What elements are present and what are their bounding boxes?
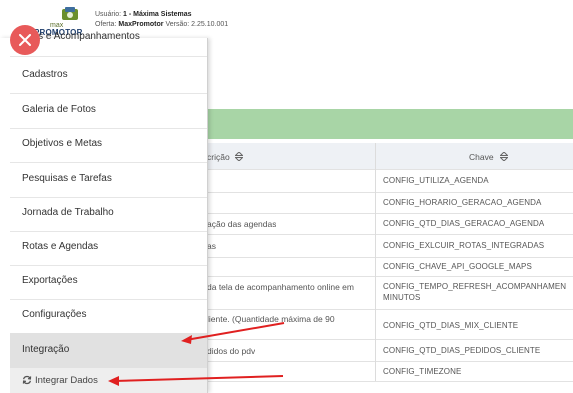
table-row[interactable]: da tela de acompanhamento online em CONF… — [207, 276, 573, 310]
menu-item-rotas-e-agendas[interactable]: Rotas e Agendas — [10, 231, 207, 266]
menu-item-label: Rotas e Agendas — [22, 241, 99, 252]
menu-item-label: Cadastros — [22, 69, 68, 80]
row-key: CONFIG_EXLCUIR_ROTAS_INTEGRADAS — [383, 241, 545, 250]
row-key: CONFIG_QTD_DIAS_GERACAO_AGENDA — [383, 219, 545, 228]
user-info: Usuário: 1 - Máxima Sistemas — [95, 11, 192, 18]
menu-item-cadastros[interactable]: Cadastros — [10, 59, 207, 94]
table-row[interactable]: didos do pdv CONFIG_QTD_DIAS_PEDIDOS_CLI… — [207, 339, 573, 362]
menu-item-label: Galeria de Fotos — [22, 104, 96, 115]
column-header-key[interactable]: Chave — [375, 143, 573, 169]
menu-item-label: Configurações — [22, 309, 87, 320]
table-row[interactable]: as CONFIG_EXLCUIR_ROTAS_INTEGRADAS — [207, 234, 573, 258]
side-menu: ções e Acompanhamentos Cadastros Galeria… — [0, 31, 208, 393]
sync-icon — [22, 375, 32, 385]
sort-icon — [235, 152, 243, 161]
table-row[interactable]: CONFIG_TIMEZONE — [207, 361, 573, 382]
column-header-label: Chave — [469, 152, 494, 162]
column-header-label: crição — [207, 152, 230, 162]
row-key: CONFIG_TEMPO_REFRESH_ACOMPANHAMEN — [383, 282, 567, 291]
menu-item-objetivos-e-metas[interactable]: Objetivos e Metas — [10, 128, 207, 163]
row-description: da tela de acompanhamento online em — [207, 282, 354, 292]
row-description: didos do pdv — [207, 346, 256, 356]
logo-mark-icon — [62, 7, 78, 20]
row-key: CONFIG_QTD_DIAS_PEDIDOS_CLIENTE — [383, 346, 541, 355]
menu-item-label: Exportações — [22, 275, 78, 286]
row-key: CONFIG_HORARIO_GERACAO_AGENDA — [383, 198, 542, 207]
row-key: CONFIG_TIMEZONE — [383, 367, 462, 376]
menu-item-configuracoes[interactable]: Configurações — [10, 299, 207, 334]
offer-info: Oferta: MaxPromotor Versão: 2.25.10.001 — [95, 21, 228, 28]
offer-value: MaxPromotor — [118, 21, 164, 28]
table-row[interactable]: CONFIG_HORARIO_GERACAO_AGENDA — [207, 192, 573, 214]
table-row[interactable]: CONFIG_UTILIZA_AGENDA — [207, 169, 573, 193]
row-key: CONFIG_QTD_DIAS_MIX_CLIENTE — [383, 321, 519, 330]
table-row[interactable]: CONFIG_CHAVE_API_GOOGLE_MAPS — [207, 257, 573, 277]
row-description: ação das agendas — [207, 219, 277, 229]
table-row[interactable]: ação das agendas CONFIG_QTD_DIAS_GERACAO… — [207, 213, 573, 235]
green-banner — [207, 109, 573, 139]
user-value: 1 - Máxima Sistemas — [123, 11, 192, 18]
row-key: CONFIG_UTILIZA_AGENDA — [383, 176, 489, 185]
row-description: liente. (Quantidade máxima de 90 — [207, 314, 335, 324]
offer-label: Oferta: — [95, 21, 117, 28]
submenu-item-label: Integrar Dados — [35, 375, 98, 386]
menu-item-exportacoes[interactable]: Exportações — [10, 265, 207, 300]
table-row[interactable]: liente. (Quantidade máxima de 90 CONFIG_… — [207, 309, 573, 340]
menu-item-label: Objetivos e Metas — [22, 138, 103, 149]
row-description: as — [207, 241, 216, 251]
menu-item-galeria-de-fotos[interactable]: Galeria de Fotos — [10, 94, 207, 129]
close-icon — [19, 34, 31, 46]
menu-item-pesquisas-e-tarefas[interactable]: Pesquisas e Tarefas — [10, 163, 207, 198]
table-header-row: crição Chave — [207, 143, 573, 170]
submenu-item-integrar-dados[interactable]: Integrar Dados — [10, 368, 207, 393]
sort-icon — [500, 152, 508, 161]
version-value: 2.25.10.001 — [191, 21, 229, 28]
menu-item-jornada-de-trabalho[interactable]: Jornada de Trabalho — [10, 197, 207, 232]
user-label: Usuário: — [95, 11, 122, 18]
row-key: CONFIG_CHAVE_API_GOOGLE_MAPS — [383, 262, 532, 271]
menu-item-label: Pesquisas e Tarefas — [22, 173, 112, 184]
menu-item-label: Integração — [22, 344, 70, 355]
row-key-continued: MINUTOS — [383, 293, 421, 302]
close-menu-button[interactable] — [10, 25, 40, 55]
menu-item-integracao[interactable]: Integração — [10, 333, 207, 369]
column-header-description[interactable]: crição — [207, 143, 375, 169]
menu-item-label: Jornada de Trabalho — [22, 207, 114, 218]
version-label: Versão: — [165, 21, 190, 28]
